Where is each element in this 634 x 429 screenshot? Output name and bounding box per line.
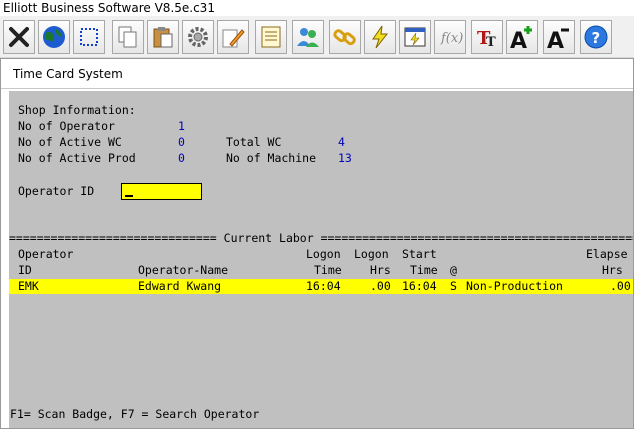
font-icon[interactable]: TT (471, 20, 503, 54)
font-increase-icon[interactable]: A (506, 20, 538, 54)
header-logon-hrs: Hrs (370, 263, 391, 277)
header-id: ID (18, 263, 32, 277)
table-row[interactable]: EMK Edward Kwang 16:04 .00 16:04 S Non-P… (9, 279, 633, 294)
operator-id-label: Operator ID (18, 184, 95, 198)
window-title: Elliott Business Software V8.5e.c31 (0, 0, 634, 16)
users-icon[interactable] (292, 20, 324, 54)
lightning-icon[interactable] (364, 20, 396, 54)
row-id: EMK (18, 279, 39, 293)
footer-hint: F1= Scan Badge, F7 = Search Operator (10, 407, 260, 421)
active-wc-label: No of Active WC (18, 135, 122, 149)
select-box-icon[interactable] (73, 20, 105, 54)
text-cursor (125, 195, 133, 197)
terminal-screen: Shop Information: No of Operator 1 No of… (9, 91, 633, 428)
current-labor-title: Current Labor (216, 231, 321, 245)
header-start: Start (402, 247, 437, 261)
toolbar: f(x) TT A A ? (0, 17, 634, 58)
svg-text:A: A (510, 29, 527, 50)
machine-value: 13 (338, 151, 352, 165)
edit-icon[interactable] (217, 20, 249, 54)
svg-text:T: T (486, 35, 496, 50)
separator-left: ============================== (9, 231, 217, 245)
header-logon-time: Time (314, 263, 342, 277)
close-icon[interactable] (3, 20, 35, 54)
screen-icon[interactable] (399, 20, 431, 54)
notepad-icon[interactable] (255, 20, 287, 54)
time-card-window: Time Card System Shop Information: No of… (0, 58, 634, 429)
shop-heading: Shop Information: (18, 103, 136, 117)
header-logon-2: Logon (354, 247, 389, 261)
separator-right: ========================================… (320, 231, 633, 245)
link-icon[interactable] (329, 20, 361, 54)
header-at: @ (450, 263, 457, 277)
globe-icon[interactable] (38, 20, 70, 54)
total-wc-value: 4 (338, 135, 345, 149)
function-icon[interactable]: f(x) (434, 20, 466, 54)
header-elapse: Elapse (586, 247, 628, 261)
row-logon-hrs: .00 (370, 279, 391, 293)
copy-icon[interactable] (112, 20, 144, 54)
paste-icon[interactable] (147, 20, 179, 54)
help-icon[interactable]: ? (580, 20, 612, 54)
no-operator-value: 1 (178, 119, 185, 133)
current-labor-separator: ============================== Current L… (9, 231, 633, 246)
subwindow-title: Time Card System (1, 59, 633, 89)
row-desc: Non-Production (466, 279, 563, 293)
font-decrease-icon[interactable]: A (543, 20, 575, 54)
svg-text:f(x): f(x) (440, 31, 463, 46)
row-at: S (450, 279, 457, 293)
svg-text:A: A (547, 29, 564, 50)
operator-id-input[interactable] (121, 183, 202, 200)
row-start-time: 16:04 (402, 279, 437, 293)
row-elapse-hrs: .00 (610, 279, 631, 293)
header-elapse-hrs: Hrs (602, 263, 623, 277)
machine-label: No of Machine (226, 151, 317, 165)
header-start-time: Time (410, 263, 438, 277)
row-logon-time: 16:04 (306, 279, 341, 293)
header-operator: Operator (18, 247, 74, 261)
active-prod-value: 0 (178, 151, 185, 165)
header-logon: Logon (306, 247, 341, 261)
svg-text:?: ? (592, 29, 601, 47)
total-wc-label: Total WC (226, 135, 282, 149)
header-operator-name: Operator-Name (138, 263, 229, 277)
active-wc-value: 0 (178, 135, 185, 149)
settings-icon[interactable] (182, 20, 214, 54)
active-prod-label: No of Active Prod (18, 151, 136, 165)
no-operator-label: No of Operator (18, 119, 115, 133)
row-name: Edward Kwang (138, 279, 222, 293)
